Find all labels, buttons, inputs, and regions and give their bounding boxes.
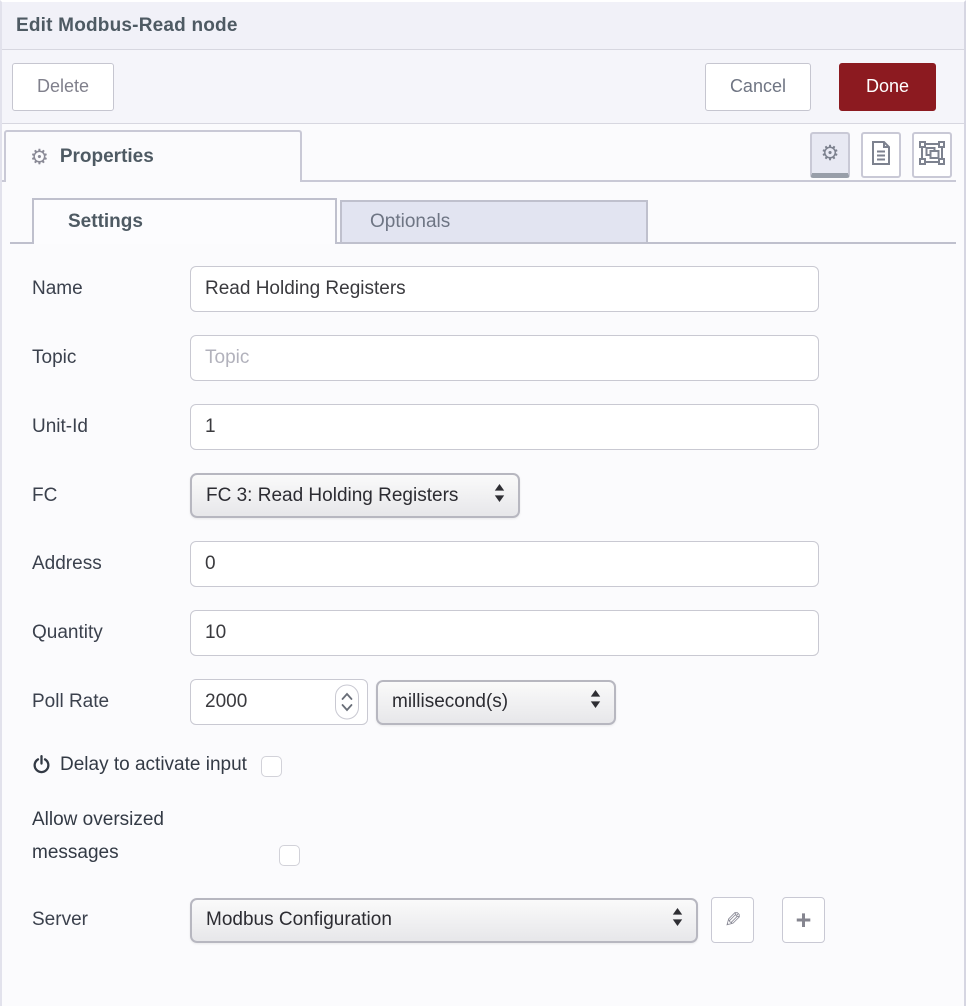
allow-oversized-checkbox[interactable] bbox=[279, 845, 300, 866]
quantity-label: Quantity bbox=[32, 622, 190, 644]
settings-tab-label: Settings bbox=[68, 211, 143, 233]
gear-icon: ⚙ bbox=[30, 147, 49, 168]
number-stepper[interactable] bbox=[335, 685, 359, 720]
name-row: Name bbox=[32, 266, 934, 312]
select-arrows-icon bbox=[672, 908, 683, 932]
topic-row: Topic bbox=[32, 335, 934, 381]
tab-optionals[interactable]: Optionals bbox=[340, 200, 648, 242]
fc-selected-value: FC 3: Read Holding Registers bbox=[206, 485, 458, 507]
document-icon bbox=[871, 141, 891, 170]
tab-properties[interactable]: ⚙ Properties bbox=[4, 130, 302, 182]
poll-rate-unit-value: millisecond(s) bbox=[392, 691, 508, 713]
object-group-icon bbox=[919, 141, 945, 170]
select-arrows-icon bbox=[590, 690, 601, 714]
poll-rate-label: Poll Rate bbox=[32, 691, 190, 713]
address-label: Address bbox=[32, 553, 190, 575]
optionals-tab-label: Optionals bbox=[370, 211, 450, 233]
power-icon bbox=[32, 755, 51, 774]
chevron-down-icon bbox=[341, 704, 353, 712]
name-input[interactable] bbox=[190, 266, 819, 312]
name-label: Name bbox=[32, 278, 190, 300]
allow-oversized-row: Allow oversized messages bbox=[32, 803, 934, 869]
edit-server-button[interactable]: ✎ bbox=[711, 897, 754, 943]
topic-label: Topic bbox=[32, 347, 190, 369]
address-row: Address bbox=[32, 541, 934, 587]
dialog-title: Edit Modbus-Read node bbox=[16, 15, 238, 37]
properties-tab-label: Properties bbox=[60, 146, 154, 168]
topic-input[interactable] bbox=[190, 335, 819, 381]
poll-rate-unit-select[interactable]: millisecond(s) bbox=[376, 680, 616, 725]
server-select[interactable]: Modbus Configuration bbox=[190, 898, 698, 943]
add-server-button[interactable]: + bbox=[782, 897, 825, 943]
poll-rate-number-field bbox=[190, 679, 368, 725]
plus-icon: + bbox=[796, 905, 812, 936]
delete-button[interactable]: Delete bbox=[12, 63, 114, 111]
dialog-toolbar: Delete Cancel Done bbox=[2, 50, 964, 124]
description-icon-button[interactable] bbox=[861, 132, 901, 178]
server-label: Server bbox=[32, 909, 190, 931]
dialog-header: Edit Modbus-Read node bbox=[2, 2, 964, 50]
properties-icon-button[interactable]: ⚙ bbox=[810, 132, 850, 178]
edit-node-dialog: Edit Modbus-Read node Delete Cancel Done… bbox=[0, 0, 966, 1006]
select-arrows-icon bbox=[494, 484, 505, 508]
unit-id-input[interactable] bbox=[190, 404, 819, 450]
fc-row: FC FC 3: Read Holding Registers bbox=[32, 473, 934, 518]
tab-settings[interactable]: Settings bbox=[32, 198, 337, 244]
poll-rate-row: Poll Rate millisecond(s) bbox=[32, 679, 934, 725]
appearance-icon-button[interactable] bbox=[912, 132, 952, 178]
unit-id-label: Unit-Id bbox=[32, 416, 190, 438]
chevron-up-icon bbox=[341, 693, 353, 701]
delay-checkbox[interactable] bbox=[261, 756, 282, 777]
done-button[interactable]: Done bbox=[839, 63, 936, 111]
pencil-icon: ✎ bbox=[724, 908, 742, 933]
settings-form: Name Topic Unit-Id FC FC 3: Read Holding… bbox=[2, 244, 964, 943]
address-input[interactable] bbox=[190, 541, 819, 587]
server-selected-value: Modbus Configuration bbox=[206, 909, 392, 931]
quantity-input[interactable] bbox=[190, 610, 819, 656]
properties-tab-row: ⚙ Properties ⚙ bbox=[2, 124, 964, 182]
fc-select[interactable]: FC 3: Read Holding Registers bbox=[190, 473, 520, 518]
fc-label: FC bbox=[32, 485, 190, 507]
dialog-body: Settings Optionals Name Topic Unit-Id FC bbox=[2, 182, 964, 943]
server-row: Server Modbus Configuration ✎ + bbox=[32, 897, 934, 943]
gear-icon: ⚙ bbox=[821, 143, 840, 164]
editor-icon-tabs: ⚙ bbox=[810, 132, 952, 178]
settings-optionals-tabbar: Settings Optionals bbox=[10, 200, 956, 244]
delay-label: Delay to activate input bbox=[60, 754, 247, 776]
cancel-button[interactable]: Cancel bbox=[705, 63, 811, 111]
allow-oversized-label: Allow oversized messages bbox=[32, 803, 279, 869]
unit-id-row: Unit-Id bbox=[32, 404, 934, 450]
delay-row: Delay to activate input bbox=[32, 752, 934, 777]
quantity-row: Quantity bbox=[32, 610, 934, 656]
